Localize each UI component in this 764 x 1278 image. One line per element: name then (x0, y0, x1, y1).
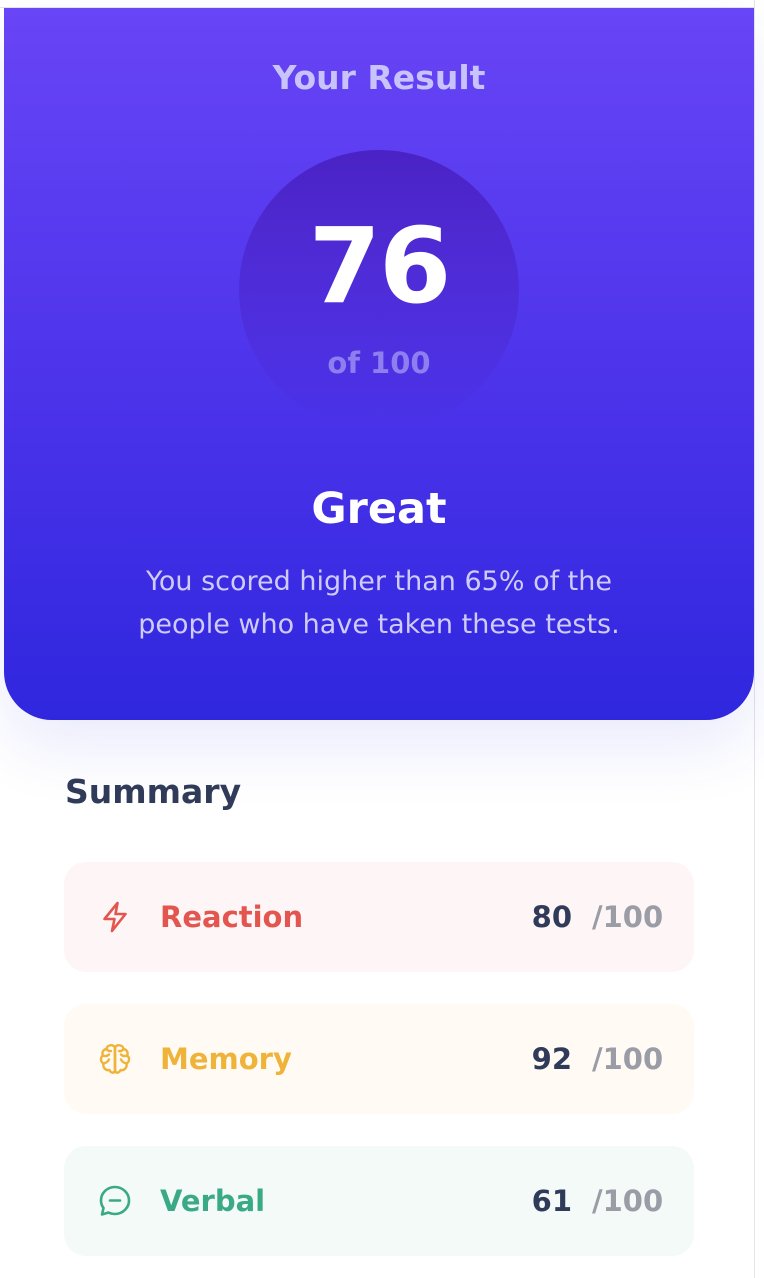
grade-description: You scored higher than 65% of the people… (138, 566, 620, 640)
score-value: 76 (308, 205, 452, 327)
window-right-edge (754, 0, 764, 1278)
brain-icon (96, 1040, 134, 1078)
results-card: Your Result 76 of 100 Great You scored h… (4, 8, 754, 1278)
score-circle: 76 of 100 (239, 150, 519, 430)
result-title: Your Result (272, 58, 486, 97)
summary-item-score: 80 (531, 900, 572, 934)
summary-item-verbal: Verbal 61 /100 (64, 1146, 694, 1256)
summary-item-memory: Memory 92 /100 (64, 1004, 694, 1114)
chat-bubble-icon (96, 1182, 134, 1220)
summary-item-max: /100 (592, 1042, 664, 1076)
summary-item-label: Reaction (160, 900, 304, 934)
summary-item-label: Verbal (160, 1184, 266, 1218)
lightning-icon (96, 898, 134, 936)
summary-item-max: /100 (592, 1184, 664, 1218)
score-max: of 100 (327, 346, 431, 380)
summary-item-reaction: Reaction 80 /100 (64, 862, 694, 972)
result-panel: Your Result 76 of 100 Great You scored h… (4, 8, 754, 720)
summary-item-label: Memory (160, 1042, 292, 1076)
summary-item-score: 61 (531, 1184, 572, 1218)
summary-title: Summary (65, 772, 242, 811)
window-top-edge (0, 0, 764, 8)
summary-item-score: 92 (531, 1042, 572, 1076)
summary-item-max: /100 (592, 900, 664, 934)
page: Your Result 76 of 100 Great You scored h… (0, 0, 764, 1278)
grade-label: Great (311, 484, 447, 534)
